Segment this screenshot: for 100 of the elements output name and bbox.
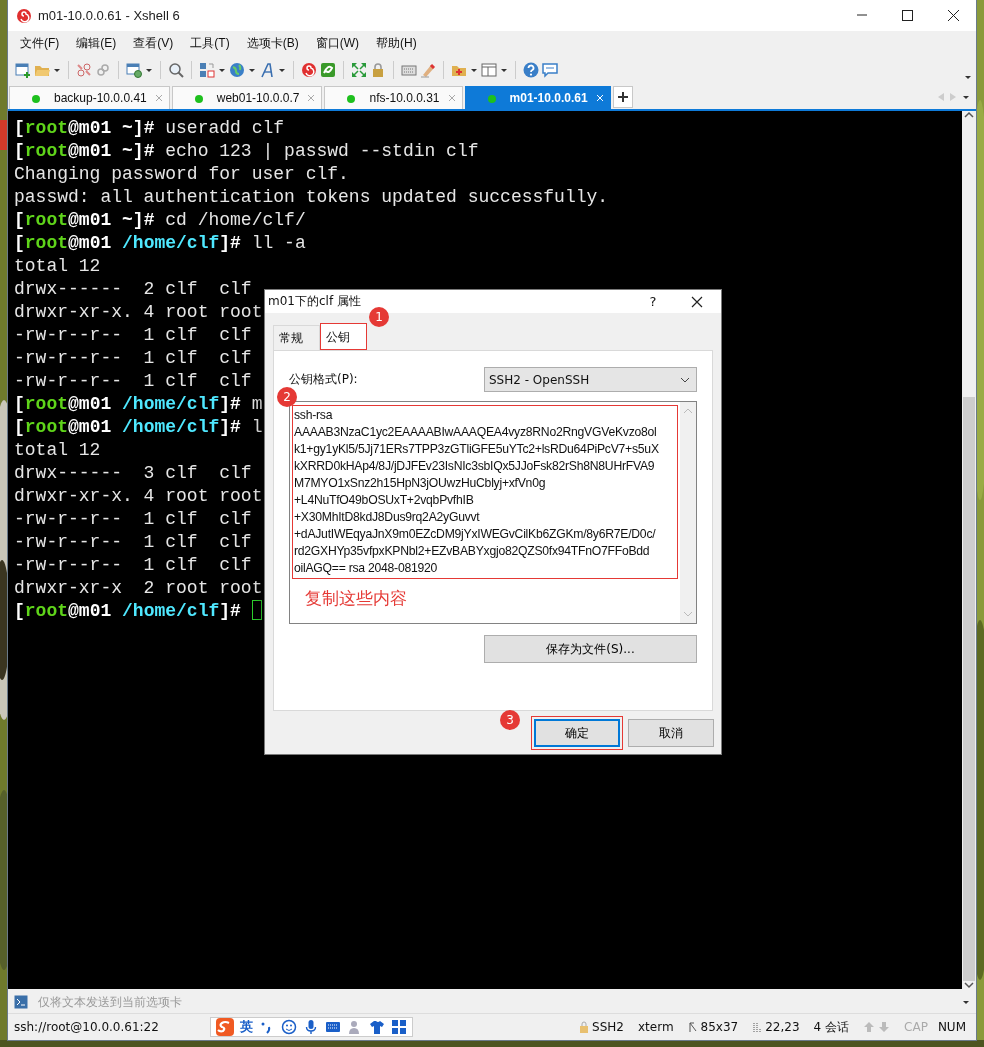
dialog-tab[interactable]: 公钥 <box>320 323 367 350</box>
number-marker: 3 <box>500 710 520 730</box>
menu-item[interactable]: 文件(F) <box>14 34 66 52</box>
key-text-line: +X30MhItD8kdJ8Dus9rq2A2yGuvvt <box>294 509 481 526</box>
microphone-icon[interactable] <box>303 1019 319 1035</box>
number-marker: 2 <box>277 387 297 407</box>
scrollbar[interactable] <box>962 111 976 989</box>
protocol-label: SSH2 <box>592 1020 624 1034</box>
lock-icon[interactable] <box>370 62 386 78</box>
format-label: 公钥格式(P): <box>289 371 358 388</box>
fullscreen-icon[interactable] <box>351 62 367 78</box>
terminal-line: drwx------ 3 clf clf <box>14 462 252 485</box>
chat-icon[interactable] <box>542 62 558 78</box>
down-arrow-icon <box>878 1021 891 1033</box>
font-icon[interactable] <box>259 62 275 78</box>
key-text-line: AAAAB3NzaC1yc2EAAAABIwAAAQEA4vyz8RNo2RngVGVeKvzo8ol <box>294 424 658 441</box>
layout-icon[interactable] <box>199 62 215 78</box>
terminal-line: total 12 <box>14 255 101 278</box>
caret-icon[interactable] <box>145 66 153 74</box>
help-button[interactable]: ? <box>633 294 673 309</box>
key-text-line: +L4NuTfO49bOSUxT+2vqbPvfhIB <box>294 492 475 509</box>
terminal-line: [root@m01 /home/clf]# ll -a <box>14 232 306 255</box>
dialog-button[interactable]: 确定 <box>531 716 623 750</box>
highlighter-icon[interactable] <box>420 62 436 78</box>
window-gear-icon[interactable] <box>126 62 142 78</box>
caret-icon[interactable] <box>964 74 972 81</box>
dialog-title: m01下的clf 属性 <box>268 293 362 310</box>
caret-icon[interactable] <box>278 66 286 74</box>
menu-item[interactable]: 编辑(E) <box>70 34 123 52</box>
save-to-file-button[interactable]: 保存为文件(S)... <box>484 635 697 663</box>
broken-chain-icon[interactable] <box>76 62 92 78</box>
shirt-icon[interactable] <box>369 1019 385 1035</box>
menu-item[interactable]: 查看(V) <box>127 34 180 52</box>
terminal-line: -rw-r--r-- 1 clf clf <box>14 508 252 531</box>
chevron-down-icon <box>680 376 690 383</box>
plus-icon <box>617 92 628 102</box>
session-tab[interactable]: web01-10.0.0.7 <box>171 86 323 109</box>
terminal-line: drwxr-xr-x 2 root root <box>14 577 263 600</box>
terminal-line: -rw-r--r-- 1 clf clf <box>14 347 252 370</box>
caret-icon[interactable] <box>962 93 970 101</box>
keyboard-icon[interactable] <box>325 1019 341 1035</box>
scrollbar-thumb[interactable] <box>963 397 975 981</box>
caret-icon[interactable] <box>500 66 508 74</box>
caret-icon[interactable] <box>218 66 226 74</box>
lock-icon <box>579 1021 590 1033</box>
close-icon[interactable] <box>691 295 703 308</box>
key-text-line: M7MYO1xSnz2h15HpN3jOUwzHuCblyj+xfVn0g <box>294 475 547 492</box>
session-count-label: 4 会话 <box>813 1018 850 1036</box>
menu-item[interactable]: 工具(T) <box>184 34 236 52</box>
terminal-line: drwx------ 2 clf clf <box>14 278 252 301</box>
up-arrow-icon <box>863 1021 876 1033</box>
menu-item[interactable]: 选项卡(B) <box>240 34 305 52</box>
grid-icon[interactable] <box>391 1019 407 1035</box>
caret-icon[interactable] <box>962 998 970 1006</box>
new-session-icon[interactable] <box>15 62 31 78</box>
transfer-icon[interactable] <box>320 62 336 78</box>
session-tab[interactable]: m01-10.0.0.61 <box>464 86 611 109</box>
terminal-line: -rw-r--r-- 1 clf clf <box>14 370 252 393</box>
globe-icon[interactable] <box>229 62 245 78</box>
terminal-line: Changing password for user clf. <box>14 163 349 186</box>
terminal-line: passwd: all authentication tokens updated successfully. <box>14 186 609 209</box>
terminal-line: [root@m01 /home/clf]# m <box>14 393 263 416</box>
dialog-tab[interactable]: 常规 <box>273 325 320 350</box>
smiley-icon[interactable] <box>281 1019 297 1035</box>
input-mode-label[interactable]: 英 <box>240 1018 253 1036</box>
cursor-position-icon <box>752 1021 763 1033</box>
menu-item[interactable]: 窗口(W) <box>309 34 365 52</box>
connection-address: ssh://root@10.0.0.61:22 <box>14 1020 160 1034</box>
command-input-field[interactable]: 仅将文本发送到当前选项卡 <box>36 991 954 1013</box>
terminal-size-label: 85x37 <box>700 1020 739 1034</box>
new-tab-button[interactable] <box>612 86 633 108</box>
key-text-line: +dAJutIWEqyaJnX9m0EZcDM9jYxIWEGvCilKb6ZGKm/8y6R7E/D0c/ <box>294 526 657 543</box>
window-title: m01-10.0.0.61 - Xshell 6 <box>38 8 181 23</box>
spiral-icon <box>16 7 32 24</box>
terminal-line: -rw-r--r-- 1 clf clf <box>14 324 252 347</box>
caret-icon[interactable] <box>248 66 256 74</box>
terminal-icon[interactable] <box>14 995 28 1009</box>
swirl-icon[interactable] <box>301 62 317 78</box>
terminal-line: [root@m01 /home/clf]# <box>14 600 262 623</box>
terminal-line: -rw-r--r-- 1 clf clf <box>14 554 252 577</box>
number-marker: 1 <box>369 307 389 327</box>
menu-item[interactable]: 帮助(H) <box>370 34 423 52</box>
session-tab[interactable]: nfs-10.0.0.31 <box>324 86 463 109</box>
terminal-line: [root@m01 /home/clf]# l <box>14 416 263 439</box>
key-text-line: ssh-rsa <box>294 407 334 424</box>
close-icon[interactable] <box>946 9 960 22</box>
session-tab[interactable]: backup-10.0.0.41 <box>9 86 170 109</box>
input-method-toolbar[interactable]: 英 <box>210 1017 413 1037</box>
help-icon[interactable] <box>523 62 539 78</box>
dialog-button[interactable]: 取消 <box>625 716 717 750</box>
maximize-icon[interactable] <box>900 9 914 22</box>
terminal-line: drwxr-xr-x. 4 root root <box>14 301 263 324</box>
format-dropdown[interactable]: SSH2 - OpenSSH <box>484 367 697 392</box>
search-icon[interactable] <box>168 62 184 78</box>
cursor-position-label: 22,23 <box>765 1020 800 1034</box>
terminal-line: total 12 <box>14 439 101 462</box>
caret-icon[interactable] <box>470 66 478 74</box>
logo-icon[interactable] <box>216 1018 234 1036</box>
lock-key-indicator: NUM <box>937 1020 966 1034</box>
caret-icon[interactable] <box>53 66 61 74</box>
